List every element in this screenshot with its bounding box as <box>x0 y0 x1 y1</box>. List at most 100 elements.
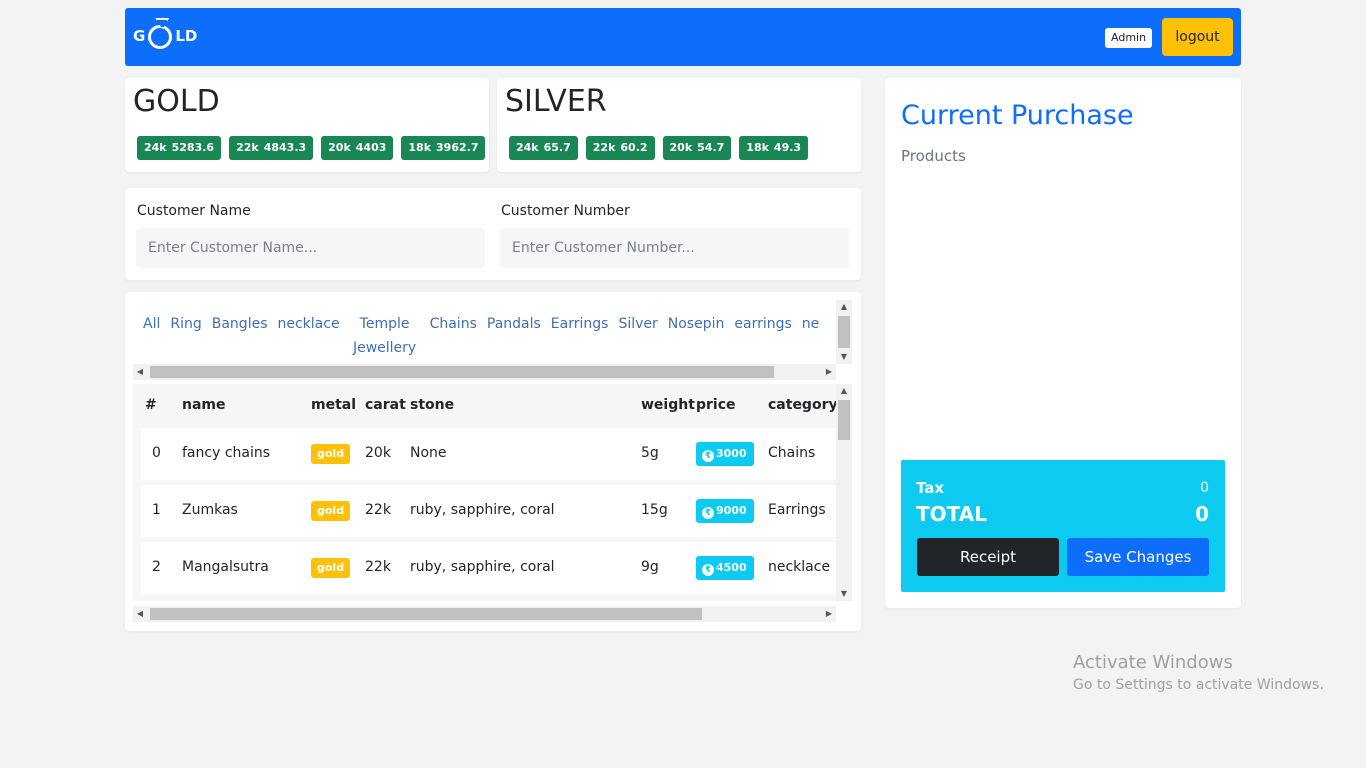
tax-value: 0 <box>1200 480 1209 496</box>
column-header-stone: stone <box>410 397 455 413</box>
scroll-up-arrow-icon[interactable]: ▲ <box>836 300 852 314</box>
logo-text-right: LD <box>175 27 198 45</box>
silver-rate-list: 24k 65.7 22k 60.2 20k 54.7 18k 49.3 <box>509 136 809 160</box>
column-header-price: price <box>696 397 736 413</box>
table-vertical-scrollbar[interactable]: ▲ ▼ <box>836 384 852 601</box>
customer-number-label: Customer Number <box>501 203 630 219</box>
purchase-title: Current Purchase <box>901 100 1134 131</box>
scroll-up-arrow-icon[interactable]: ▲ <box>836 384 852 398</box>
products-table: # name metal carat stone weight price ca… <box>133 384 836 601</box>
scroll-right-arrow-icon[interactable]: ▶ <box>822 364 836 380</box>
products-card: All Ring Bangles necklace Temple Jewelle… <box>125 292 861 631</box>
category-bangles[interactable]: Bangles <box>207 312 273 360</box>
category-vertical-scrollbar[interactable]: ▲ ▼ <box>836 300 852 364</box>
price-badge: ₹3000 <box>696 442 754 466</box>
row-name: fancy chains <box>182 445 271 461</box>
rupee-icon: ₹ <box>702 450 714 462</box>
scroll-left-arrow-icon[interactable]: ◀ <box>133 364 147 380</box>
gold-title: GOLD <box>133 84 220 119</box>
customer-form-card: Customer Name Customer Number <box>125 188 861 280</box>
category-earrings[interactable]: Earrings <box>546 312 614 360</box>
total-value: 0 <box>1195 502 1209 526</box>
row-index: 0 <box>152 445 161 461</box>
logo-text-left: G <box>133 27 146 45</box>
rupee-icon: ₹ <box>702 507 714 519</box>
row-name: Zumkas <box>182 502 238 518</box>
scroll-right-arrow-icon[interactable]: ▶ <box>822 606 836 622</box>
category-chains[interactable]: Chains <box>425 312 482 360</box>
tax-label: Tax <box>916 479 945 497</box>
row-stone: None <box>410 445 447 461</box>
rupee-icon: ₹ <box>702 564 714 576</box>
ring-icon <box>148 25 173 49</box>
gold-rate-badge: 24k 5283.6 <box>137 136 222 160</box>
row-carat: 22k <box>365 559 391 575</box>
category-pandals[interactable]: Pandals <box>482 312 546 360</box>
column-header-category: category <box>768 397 836 413</box>
row-index: 2 <box>152 559 161 575</box>
save-changes-button[interactable]: Save Changes <box>1067 538 1209 576</box>
customer-number-input[interactable] <box>500 228 849 268</box>
gold-rate-list: 24k 5283.6 22k 4843.3 20k 4403 18k 3962.7 <box>137 136 486 160</box>
category-strip: All Ring Bangles necklace Temple Jewelle… <box>133 300 852 374</box>
scroll-down-arrow-icon[interactable]: ▼ <box>836 350 852 364</box>
scroll-left-arrow-icon[interactable]: ◀ <box>133 606 147 622</box>
activate-windows-title: Activate Windows <box>1073 652 1233 673</box>
category-all[interactable]: All <box>138 312 165 360</box>
category-silver[interactable]: Silver <box>613 312 662 360</box>
activate-windows-subtitle: Go to Settings to activate Windows. <box>1073 677 1324 693</box>
category-necklace[interactable]: necklace <box>273 312 345 360</box>
row-category: necklace <box>768 559 831 575</box>
silver-rate-badge: 22k 60.2 <box>585 136 655 160</box>
row-category: Earrings <box>768 502 826 518</box>
admin-badge: Admin <box>1105 28 1153 48</box>
row-weight: 9g <box>641 559 659 575</box>
category-ring[interactable]: Ring <box>165 312 206 360</box>
price-badge: ₹4500 <box>696 556 754 580</box>
category-horizontal-scrollbar[interactable]: ◀ ▶ <box>133 364 836 380</box>
column-header-metal: metal <box>311 397 357 413</box>
silver-rates-card: SILVER 24k 65.7 22k 60.2 20k 54.7 18k 49.3 <box>497 78 861 172</box>
price-badge: ₹9000 <box>696 499 754 523</box>
table-row[interactable]: 2 Mangalsutra gold 22k ruby, sapphire, c… <box>141 542 836 594</box>
table-horizontal-scrollbar[interactable]: ◀ ▶ <box>133 606 836 622</box>
row-weight: 15g <box>641 502 668 518</box>
column-header-name: name <box>182 397 226 413</box>
column-header-index: # <box>145 397 157 413</box>
metal-badge: gold <box>311 501 351 521</box>
row-stone: ruby, sapphire, coral <box>410 559 555 575</box>
gold-rate-badge: 22k 4843.3 <box>229 136 314 160</box>
row-index: 1 <box>152 502 161 518</box>
metal-badge: gold <box>311 444 351 464</box>
gold-logo[interactable]: G LD <box>133 20 197 52</box>
category-temple-jewellery[interactable]: Temple Jewellery <box>345 312 425 360</box>
purchase-summary: Tax 0 TOTAL 0 Receipt Save Changes <box>901 460 1225 592</box>
logout-button[interactable]: logout <box>1162 18 1233 56</box>
row-weight: 5g <box>641 445 659 461</box>
category-earrings-lower[interactable]: earrings <box>729 312 796 360</box>
total-label: TOTAL <box>916 502 987 526</box>
column-header-carat: carat <box>365 397 406 413</box>
category-nosepin[interactable]: Nosepin <box>663 312 730 360</box>
scroll-down-arrow-icon[interactable]: ▼ <box>836 587 852 601</box>
navbar: G LD Admin logout <box>125 8 1241 66</box>
table-row[interactable]: 1 Zumkas gold 22k ruby, sapphire, coral … <box>141 485 836 537</box>
silver-rate-badge: 24k 65.7 <box>509 136 578 160</box>
customer-name-input[interactable] <box>136 228 485 268</box>
row-carat: 20k <box>365 445 391 461</box>
silver-rate-badge: 20k 54.7 <box>662 136 732 160</box>
row-carat: 22k <box>365 502 391 518</box>
gold-rate-badge: 20k 4403 <box>321 136 394 160</box>
gold-rates-card: GOLD 24k 5283.6 22k 4843.3 20k 4403 18k 3962… <box>125 78 489 172</box>
products-label: Products <box>901 147 966 165</box>
gold-rate-badge: 18k 3962.7 <box>401 136 486 160</box>
category-more[interactable]: ne <box>797 312 825 360</box>
row-stone: ruby, sapphire, coral <box>410 502 555 518</box>
table-header: # name metal carat stone weight price ca… <box>133 384 836 428</box>
column-header-weight: weight <box>641 397 695 413</box>
row-name: Mangalsutra <box>182 559 269 575</box>
metal-badge: gold <box>311 558 351 578</box>
receipt-button[interactable]: Receipt <box>917 538 1059 576</box>
current-purchase-card: Current Purchase Products Tax 0 TOTAL 0 … <box>885 78 1241 608</box>
table-row[interactable]: 0 fancy chains gold 20k None 5g ₹3000 Ch… <box>141 428 836 480</box>
